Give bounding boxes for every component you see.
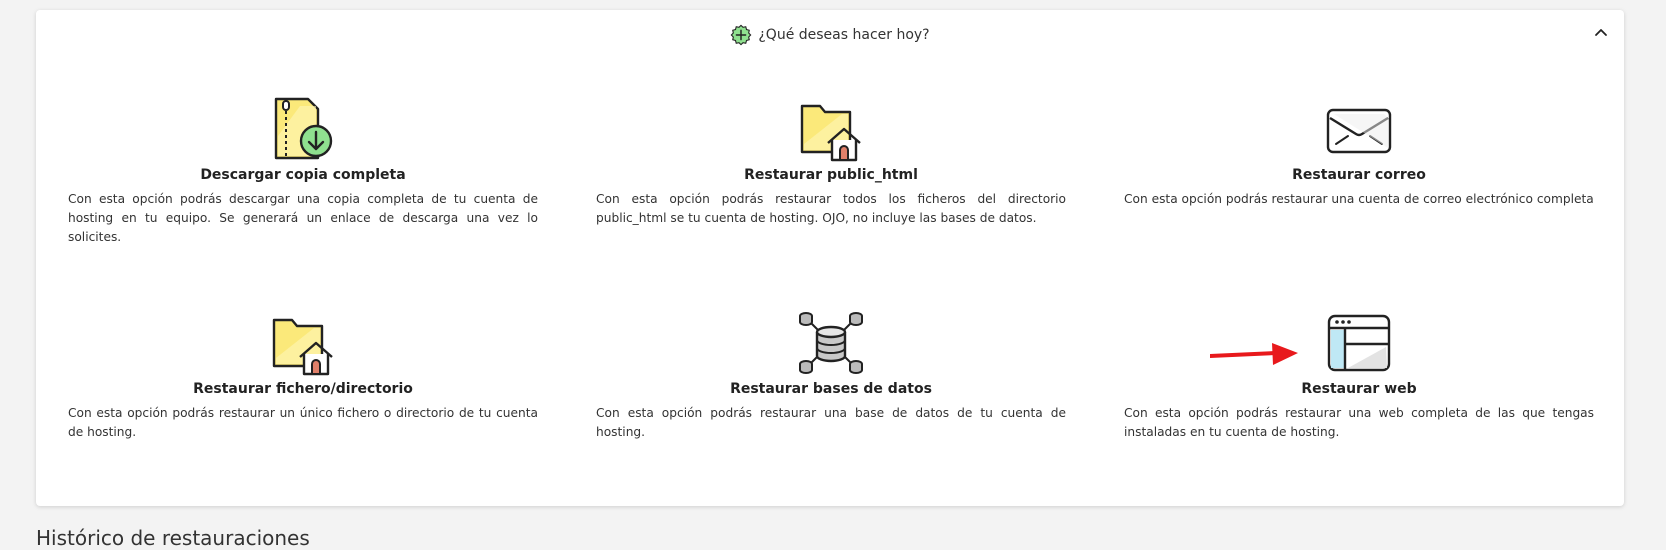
option-restore-web[interactable]: Restaurar web Con esta opción podrás res… <box>1124 306 1594 490</box>
option-title: Restaurar public_html <box>744 167 918 183</box>
option-description: Con esta opción podrás restaurar una cue… <box>1124 192 1594 206</box>
option-restore-mail[interactable]: Restaurar correo Con esta opción podrás … <box>1124 92 1594 276</box>
option-restore-databases[interactable]: Restaurar bases de datos Con esta opción… <box>596 306 1066 490</box>
option-title: Descargar copia completa <box>200 167 406 183</box>
chevron-up-icon[interactable] <box>1592 24 1610 42</box>
option-title: Restaurar correo <box>1292 167 1426 183</box>
option-title: Restaurar fichero/directorio <box>193 381 413 397</box>
history-heading: Histórico de restauraciones <box>36 526 310 550</box>
option-description: Con esta opción podrás descargar una cop… <box>68 192 538 244</box>
option-description: Con esta opción podrás restaurar una bas… <box>596 406 1066 439</box>
option-restore-file[interactable]: Restaurar fichero/directorio Con esta op… <box>68 306 538 490</box>
browser-window-icon <box>1327 314 1391 372</box>
envelope-icon <box>1326 108 1392 154</box>
option-description: Con esta opción podrás restaurar todos l… <box>596 192 1066 225</box>
database-network-icon <box>799 312 863 374</box>
options-panel: ¿Qué deseas hacer hoy? Descargar copia c… <box>36 10 1624 506</box>
zip-download-icon <box>274 97 333 160</box>
red-arrow-icon <box>1210 343 1298 365</box>
panel-title: ¿Qué deseas hacer hoy? <box>758 27 930 43</box>
option-description: Con esta opción podrás restaurar un únic… <box>68 406 538 439</box>
option-title: Restaurar bases de datos <box>730 381 932 397</box>
option-download-full[interactable]: Descargar copia completa Con esta opción… <box>68 92 538 276</box>
folder-home-icon <box>800 104 861 162</box>
option-title: Restaurar web <box>1301 381 1417 397</box>
option-description: Con esta opción podrás restaurar una web… <box>1124 406 1594 439</box>
plus-badge-icon <box>730 24 752 46</box>
options-grid: Descargar copia completa Con esta opción… <box>68 92 1596 490</box>
folder-home-icon <box>272 318 333 376</box>
option-restore-public-html[interactable]: Restaurar public_html Con esta opción po… <box>596 92 1066 276</box>
panel-header: ¿Qué deseas hacer hoy? <box>36 24 1624 46</box>
